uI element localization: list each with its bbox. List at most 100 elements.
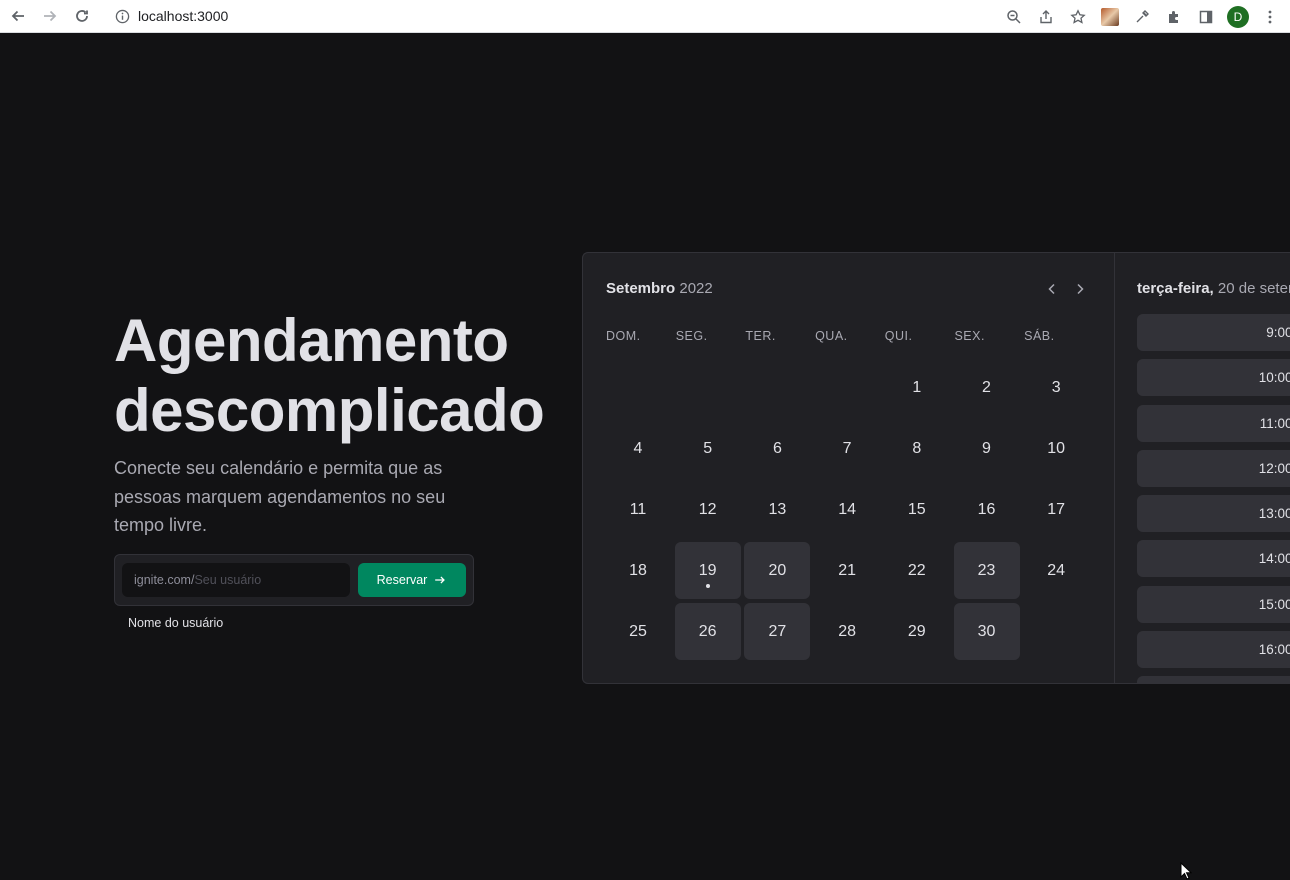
calendar-day: 12 <box>675 481 741 538</box>
calendar-day: 11 <box>605 481 671 538</box>
calendar-day: 14 <box>814 481 880 538</box>
calendar-day-available[interactable]: 20 <box>744 542 811 599</box>
arrow-right-icon <box>44 10 57 22</box>
kebab-menu-icon <box>1268 10 1272 23</box>
calendar-day-number: 18 <box>629 561 647 579</box>
calendar-day-number: 12 <box>698 500 717 518</box>
back-button[interactable] <box>4 2 32 30</box>
calendar-day: 18 <box>605 542 671 599</box>
weekday-label: SEG. <box>675 329 708 343</box>
calendar-day-number: 6 <box>772 439 782 457</box>
weekday-label: SEX. <box>954 329 985 343</box>
calendar-day-available[interactable]: 30 <box>953 603 1020 660</box>
reserve-button-label: Reservar <box>376 573 428 587</box>
weekday-label: TER. <box>745 329 776 343</box>
calendar-day-number: 4 <box>633 439 643 457</box>
reload-icon <box>76 10 88 22</box>
calendar-panel: Setembro 20 22 DOM. SEG. TER. QUA. QUI. SEX. SÁ… <box>583 253 1114 683</box>
side-panel-button[interactable] <box>1192 3 1220 31</box>
calendar-day-number: 17 <box>1047 500 1066 518</box>
weekday-label: QUI. <box>884 329 913 343</box>
username-helper-text: Nome do usuário <box>128 616 224 630</box>
calendar-day-number: 25 <box>629 622 647 640</box>
calendar-day-number: 23 <box>977 561 996 579</box>
calendar-day: 29 <box>884 603 950 660</box>
time-slot-button[interactable]: 9:00h <box>1137 314 1290 351</box>
extension-button[interactable] <box>1096 3 1124 31</box>
hero-section: Agendamento descomplicado Conecte seu ca… <box>114 306 545 540</box>
calendar-day: 6 <box>744 420 810 477</box>
profile-button[interactable]: D <box>1224 3 1252 31</box>
calendar-day: 3 <box>1023 359 1089 416</box>
calendar-day-number: 14 <box>838 500 856 518</box>
address-bar[interactable]: localhost:3000 <box>104 2 994 30</box>
avatar: D <box>1227 5 1249 28</box>
username-input[interactable]: ignite.com/Seu usuário <box>122 563 350 597</box>
hero-title: Agendamento descomplicado <box>114 306 545 446</box>
weekday-label: DOM. <box>606 329 641 343</box>
calendar-day: 24 <box>1023 542 1089 599</box>
calendar-day: 5 <box>675 420 741 477</box>
calendar-day-number: 9 <box>982 439 991 457</box>
time-slot-button[interactable]: 17:00h <box>1137 676 1290 683</box>
weekday-label: SÁB. <box>1024 329 1055 343</box>
time-slot-button[interactable]: 16:00h <box>1137 631 1290 669</box>
next-month-button[interactable] <box>1070 279 1090 299</box>
eyedropper-button[interactable] <box>1128 3 1156 31</box>
url-text: localhost:3000 <box>138 8 229 24</box>
calendar-day-available[interactable]: 26 <box>674 603 741 660</box>
calendar-day: 2 <box>954 359 1020 416</box>
time-slot-label: 10:00h <box>1258 370 1290 386</box>
calendar-day-number: 3 <box>1051 378 1061 396</box>
calendar-day-number: 22 <box>907 561 926 579</box>
share-icon <box>1040 9 1052 23</box>
previous-month-button[interactable] <box>1042 279 1062 299</box>
arrow-right-icon <box>435 576 446 584</box>
calendar-month: Setembro <box>606 280 676 297</box>
calendar-day: 13 <box>744 481 810 538</box>
reserve-button[interactable]: Reservar <box>358 563 466 597</box>
calendar-day-number: 8 <box>912 439 922 457</box>
extensions-menu-button[interactable] <box>1160 3 1188 31</box>
side-panel-icon <box>1199 10 1213 23</box>
calendar-day-number: 2 <box>982 378 991 396</box>
calendar-day-number: 19 <box>698 561 717 579</box>
site-info-icon[interactable] <box>114 8 130 24</box>
calendar-day-number: 16 <box>977 500 996 518</box>
browser-menu-button[interactable] <box>1256 3 1284 31</box>
forward-button[interactable] <box>36 2 64 30</box>
time-slot-label: 15:00h <box>1258 596 1290 612</box>
hero-title-line1: Agendamento <box>114 307 509 374</box>
calendar-day-number: 24 <box>1047 561 1066 579</box>
browser-toolbar: localhost:3000 D <box>0 0 1290 33</box>
weekday-label: QUA. <box>815 329 848 343</box>
star-icon <box>1070 8 1086 24</box>
time-slot-button[interactable]: 10:00h <box>1137 359 1290 397</box>
calendar-day-number: 13 <box>768 500 787 518</box>
calendar-day-number: 11 <box>629 500 647 518</box>
time-slot-button[interactable]: 14:00h <box>1137 540 1290 578</box>
time-slot-button[interactable]: 15:00h <box>1137 585 1290 623</box>
share-button[interactable] <box>1032 3 1060 31</box>
reload-button[interactable] <box>68 2 96 30</box>
calendar-day-number: 29 <box>907 622 926 640</box>
chevron-left-icon <box>1048 283 1055 295</box>
eyedropper-icon <box>1136 9 1149 22</box>
time-slot-button[interactable]: 11:00h <box>1137 404 1290 442</box>
hero-subtitle: Conecte seu calendário e permita que as … <box>114 458 446 535</box>
calendar-day: 10 <box>1023 420 1089 477</box>
calendar-day-available[interactable]: 19 <box>674 542 741 599</box>
time-slot-button[interactable]: 13:00h <box>1137 495 1290 533</box>
calendar-day-number: 28 <box>838 622 856 640</box>
time-slot-button[interactable]: 12:00h <box>1137 449 1290 487</box>
calendar-day-number: 7 <box>842 439 852 457</box>
time-picker-weekday: terça-feira, <box>1137 280 1214 297</box>
username-placeholder: Seu usuário <box>194 573 262 587</box>
calendar-day: 8 <box>884 420 950 477</box>
zoom-out-icon <box>1007 9 1021 24</box>
calendar-day-available[interactable]: 27 <box>744 603 811 660</box>
calendar-day-available[interactable]: 23 <box>953 542 1020 599</box>
today-indicator-dot <box>705 584 710 588</box>
zoom-button[interactable] <box>1000 3 1028 31</box>
bookmark-button[interactable] <box>1064 3 1092 31</box>
